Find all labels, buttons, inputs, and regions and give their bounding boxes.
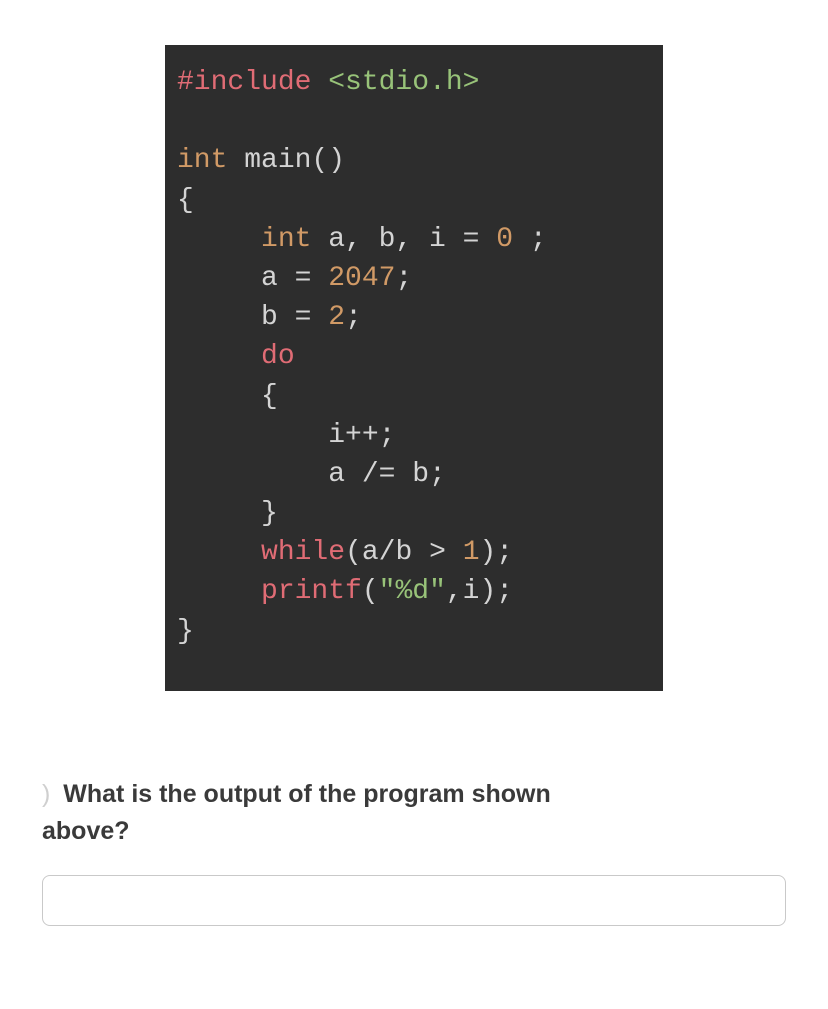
code-line-14: printf("%d",i); <box>177 572 651 611</box>
token-2047: 2047 <box>328 263 395 294</box>
code-block: #include <stdio.h> int main() { int a, b… <box>165 45 663 691</box>
token-while: while <box>261 537 345 568</box>
token-format-string: "%d" <box>379 576 446 607</box>
code-line-7: b = 2; <box>177 298 651 337</box>
question-text: ) What is the output of the program show… <box>42 776 786 851</box>
code-line-9: { <box>177 377 651 416</box>
code-line-1: #include <stdio.h> <box>177 63 651 102</box>
answer-input[interactable] <box>42 875 786 926</box>
code-line-6: a = 2047; <box>177 259 651 298</box>
token-brace-close: } <box>177 616 194 647</box>
code-line-13: while(a/b > 1); <box>177 533 651 572</box>
token-main: main() <box>227 145 345 176</box>
token-printf: printf <box>261 576 362 607</box>
token-include: #include <box>177 67 311 98</box>
question-area: ) What is the output of the program show… <box>42 776 786 926</box>
question-body-2: above? <box>42 817 130 845</box>
code-line-10: i++; <box>177 416 651 455</box>
code-line-11: a /= b; <box>177 455 651 494</box>
code-line-8: do <box>177 337 651 376</box>
token-header: <stdio.h> <box>311 67 479 98</box>
code-line-3: int main() <box>177 141 651 180</box>
code-line-2 <box>177 102 651 141</box>
question-paren: ) <box>42 780 50 808</box>
token-do: do <box>261 341 295 372</box>
question-body-1: What is the output of the program shown <box>56 780 550 808</box>
token-one: 1 <box>463 537 480 568</box>
token-type: int <box>177 145 227 176</box>
token-brace: { <box>177 185 194 216</box>
code-line-15: } <box>177 612 651 651</box>
token-type-int: int <box>261 224 311 255</box>
code-line-4: { <box>177 181 651 220</box>
token-2: 2 <box>328 302 345 333</box>
token-zero: 0 <box>496 224 513 255</box>
code-line-12: } <box>177 494 651 533</box>
code-line-5: int a, b, i = 0 ; <box>177 220 651 259</box>
